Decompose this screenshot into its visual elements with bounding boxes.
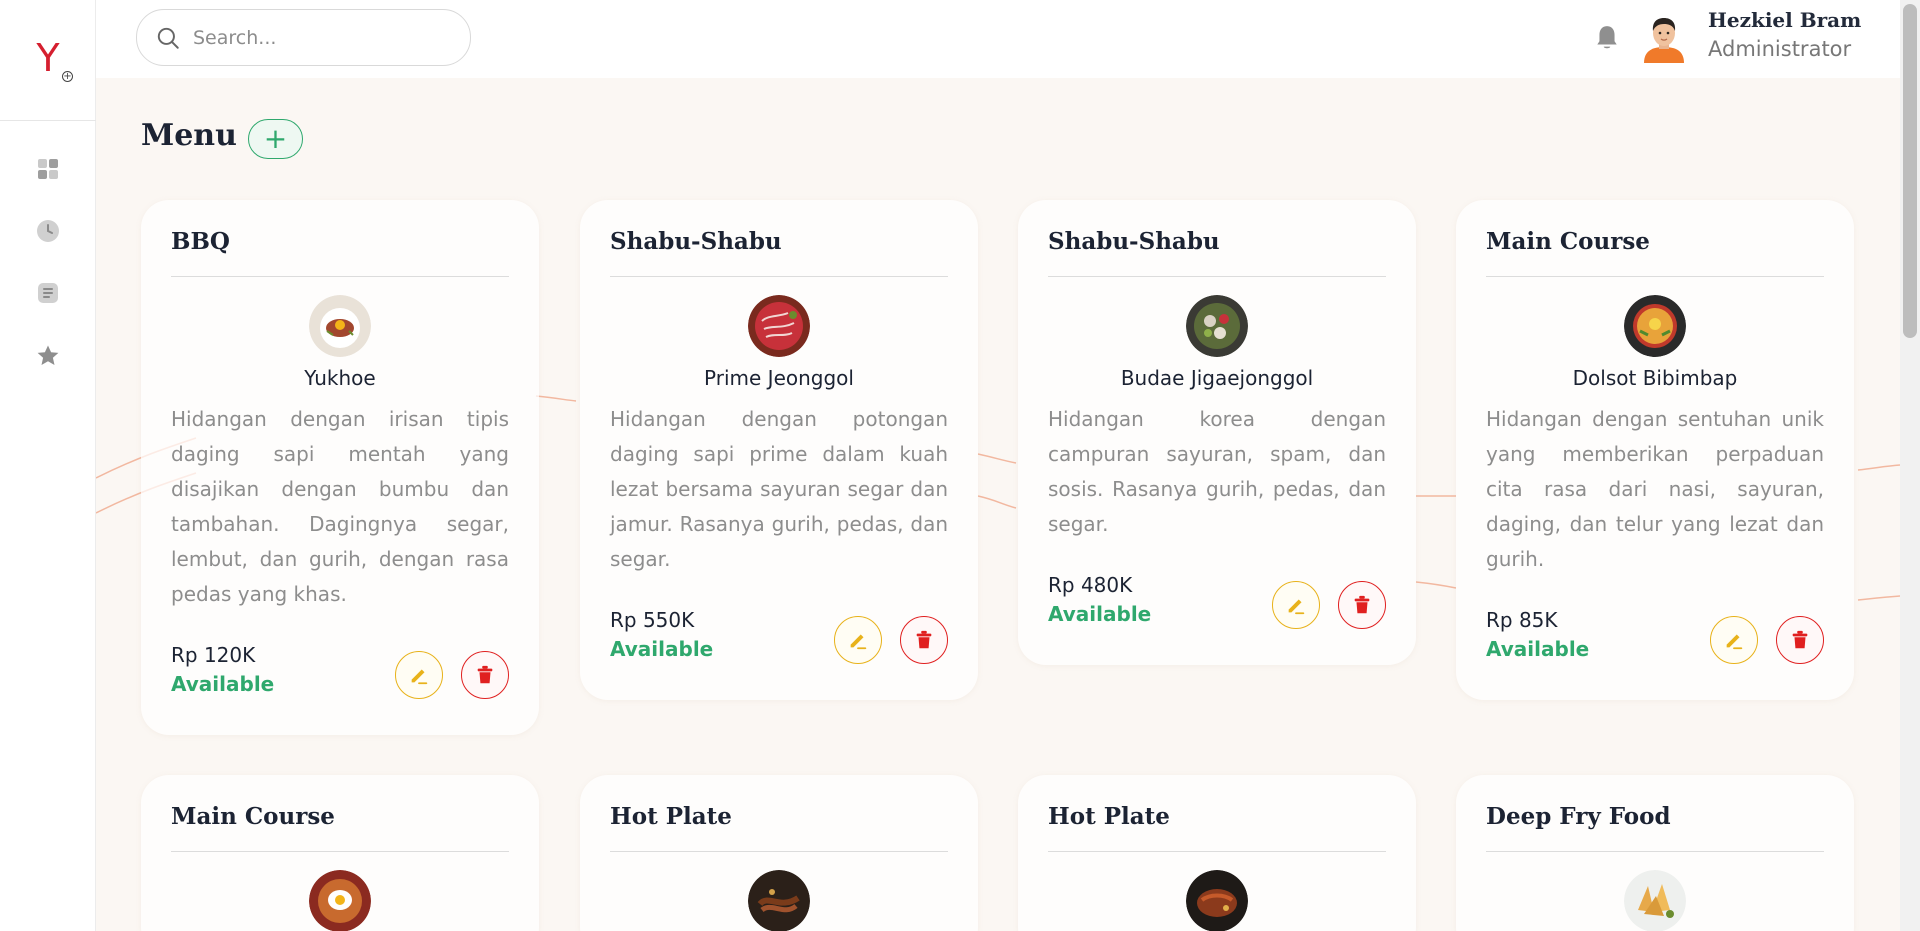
- sidebar: Y +: [0, 0, 96, 931]
- card-category: Hot Plate: [610, 803, 732, 830]
- orders-document-icon[interactable]: [36, 281, 60, 305]
- delete-button[interactable]: [1338, 581, 1386, 629]
- edit-pencil-icon: [1288, 599, 1305, 615]
- dish-image: [1186, 870, 1248, 931]
- user-role: Administrator: [1708, 37, 1852, 61]
- card-category: BBQ: [171, 228, 230, 255]
- edit-button[interactable]: [1272, 581, 1320, 629]
- dish-image: [1624, 870, 1686, 931]
- search-input[interactable]: [193, 26, 453, 49]
- card-category: Shabu-Shabu: [610, 228, 782, 255]
- availability-status: Available: [1048, 602, 1152, 626]
- user-avatar[interactable]: [1642, 15, 1686, 63]
- user-name: Hezkiel Bram: [1708, 8, 1862, 32]
- add-menu-button[interactable]: +: [248, 119, 303, 159]
- dish-image: [1186, 295, 1248, 357]
- dashboard-icon[interactable]: [36, 157, 60, 181]
- logo-letter: Y: [36, 36, 60, 80]
- card-divider: [610, 851, 948, 852]
- dish-description: Hidangan dengan sentuhan unik yang membe…: [1486, 407, 1824, 571]
- dish-image: [1624, 295, 1686, 357]
- dish-price: Rp 120K: [171, 643, 256, 667]
- menu-card: Main Course: [141, 775, 539, 931]
- search-icon: [157, 27, 179, 49]
- page-title: Menu: [141, 118, 237, 153]
- card-divider: [171, 276, 509, 277]
- dish-name: Budae Jigaejonggol: [1120, 366, 1314, 390]
- delete-button[interactable]: [461, 651, 509, 699]
- app-logo[interactable]: Y +: [20, 30, 76, 86]
- dish-name: Yukhoe: [304, 366, 376, 390]
- menu-card: Shabu-Shabu Prime Jeonggol Hidangan deng…: [580, 200, 978, 700]
- card-category: Shabu-Shabu: [1048, 228, 1220, 255]
- dish-description: Hidangan dengan irisan tipis daging sapi…: [171, 407, 509, 606]
- card-divider: [1048, 276, 1386, 277]
- edit-button[interactable]: [395, 651, 443, 699]
- dish-image: [309, 295, 371, 357]
- logo-plus-icon: +: [62, 70, 73, 82]
- sidebar-divider: [0, 120, 96, 121]
- availability-status: Available: [1486, 637, 1590, 661]
- menu-card: Main Course Dolsot Bibimbap Hidangan den…: [1456, 200, 1854, 700]
- dish-name: Prime Jeonggol: [704, 366, 854, 390]
- edit-button[interactable]: [1710, 616, 1758, 664]
- delete-button[interactable]: [900, 616, 948, 664]
- search-bar[interactable]: [136, 9, 471, 66]
- dish-image: [748, 295, 810, 357]
- topbar: Hezkiel Bram Administrator: [96, 0, 1900, 78]
- trash-icon: [1792, 630, 1808, 649]
- menu-card: Hot Plate: [1018, 775, 1416, 931]
- card-category: Hot Plate: [1048, 803, 1170, 830]
- dish-price: Rp 480K: [1048, 573, 1133, 597]
- dish-image: [309, 870, 371, 931]
- trash-icon: [916, 630, 932, 649]
- dish-name: Dolsot Bibimbap: [1572, 366, 1738, 390]
- card-divider: [1486, 851, 1824, 852]
- history-clock-icon[interactable]: [36, 219, 60, 243]
- delete-button[interactable]: [1776, 616, 1824, 664]
- card-divider: [1486, 276, 1824, 277]
- card-category: Deep Fry Food: [1486, 803, 1671, 830]
- dish-description: Hidangan dengan potongan daging sapi pri…: [610, 407, 948, 571]
- favorites-star-icon[interactable]: [36, 344, 60, 368]
- edit-pencil-icon: [1726, 634, 1743, 650]
- menu-card: Hot Plate: [580, 775, 978, 931]
- trash-icon: [1354, 595, 1370, 614]
- card-divider: [610, 276, 948, 277]
- page-scrollbar[interactable]: [1900, 0, 1920, 931]
- menu-card: Deep Fry Food: [1456, 775, 1854, 931]
- availability-status: Available: [171, 672, 275, 696]
- edit-pencil-icon: [850, 634, 867, 650]
- card-divider: [1048, 851, 1386, 852]
- menu-card: BBQ Yukhoe Hidangan dengan irisan tipis …: [141, 200, 539, 735]
- dish-description: Hidangan korea dengan campuran sayuran, …: [1048, 407, 1386, 536]
- dish-price: Rp 550K: [610, 608, 695, 632]
- menu-card: Shabu-Shabu Budae Jigaejonggol Hidangan …: [1018, 200, 1416, 665]
- dish-image: [748, 870, 810, 931]
- edit-pencil-icon: [411, 669, 428, 685]
- card-category: Main Course: [1486, 228, 1650, 255]
- dish-price: Rp 85K: [1486, 608, 1558, 632]
- card-divider: [171, 851, 509, 852]
- notification-bell-icon[interactable]: [1594, 24, 1620, 52]
- availability-status: Available: [610, 637, 714, 661]
- card-category: Main Course: [171, 803, 335, 830]
- trash-icon: [477, 665, 493, 684]
- edit-button[interactable]: [834, 616, 882, 664]
- scrollbar-thumb[interactable]: [1903, 4, 1917, 338]
